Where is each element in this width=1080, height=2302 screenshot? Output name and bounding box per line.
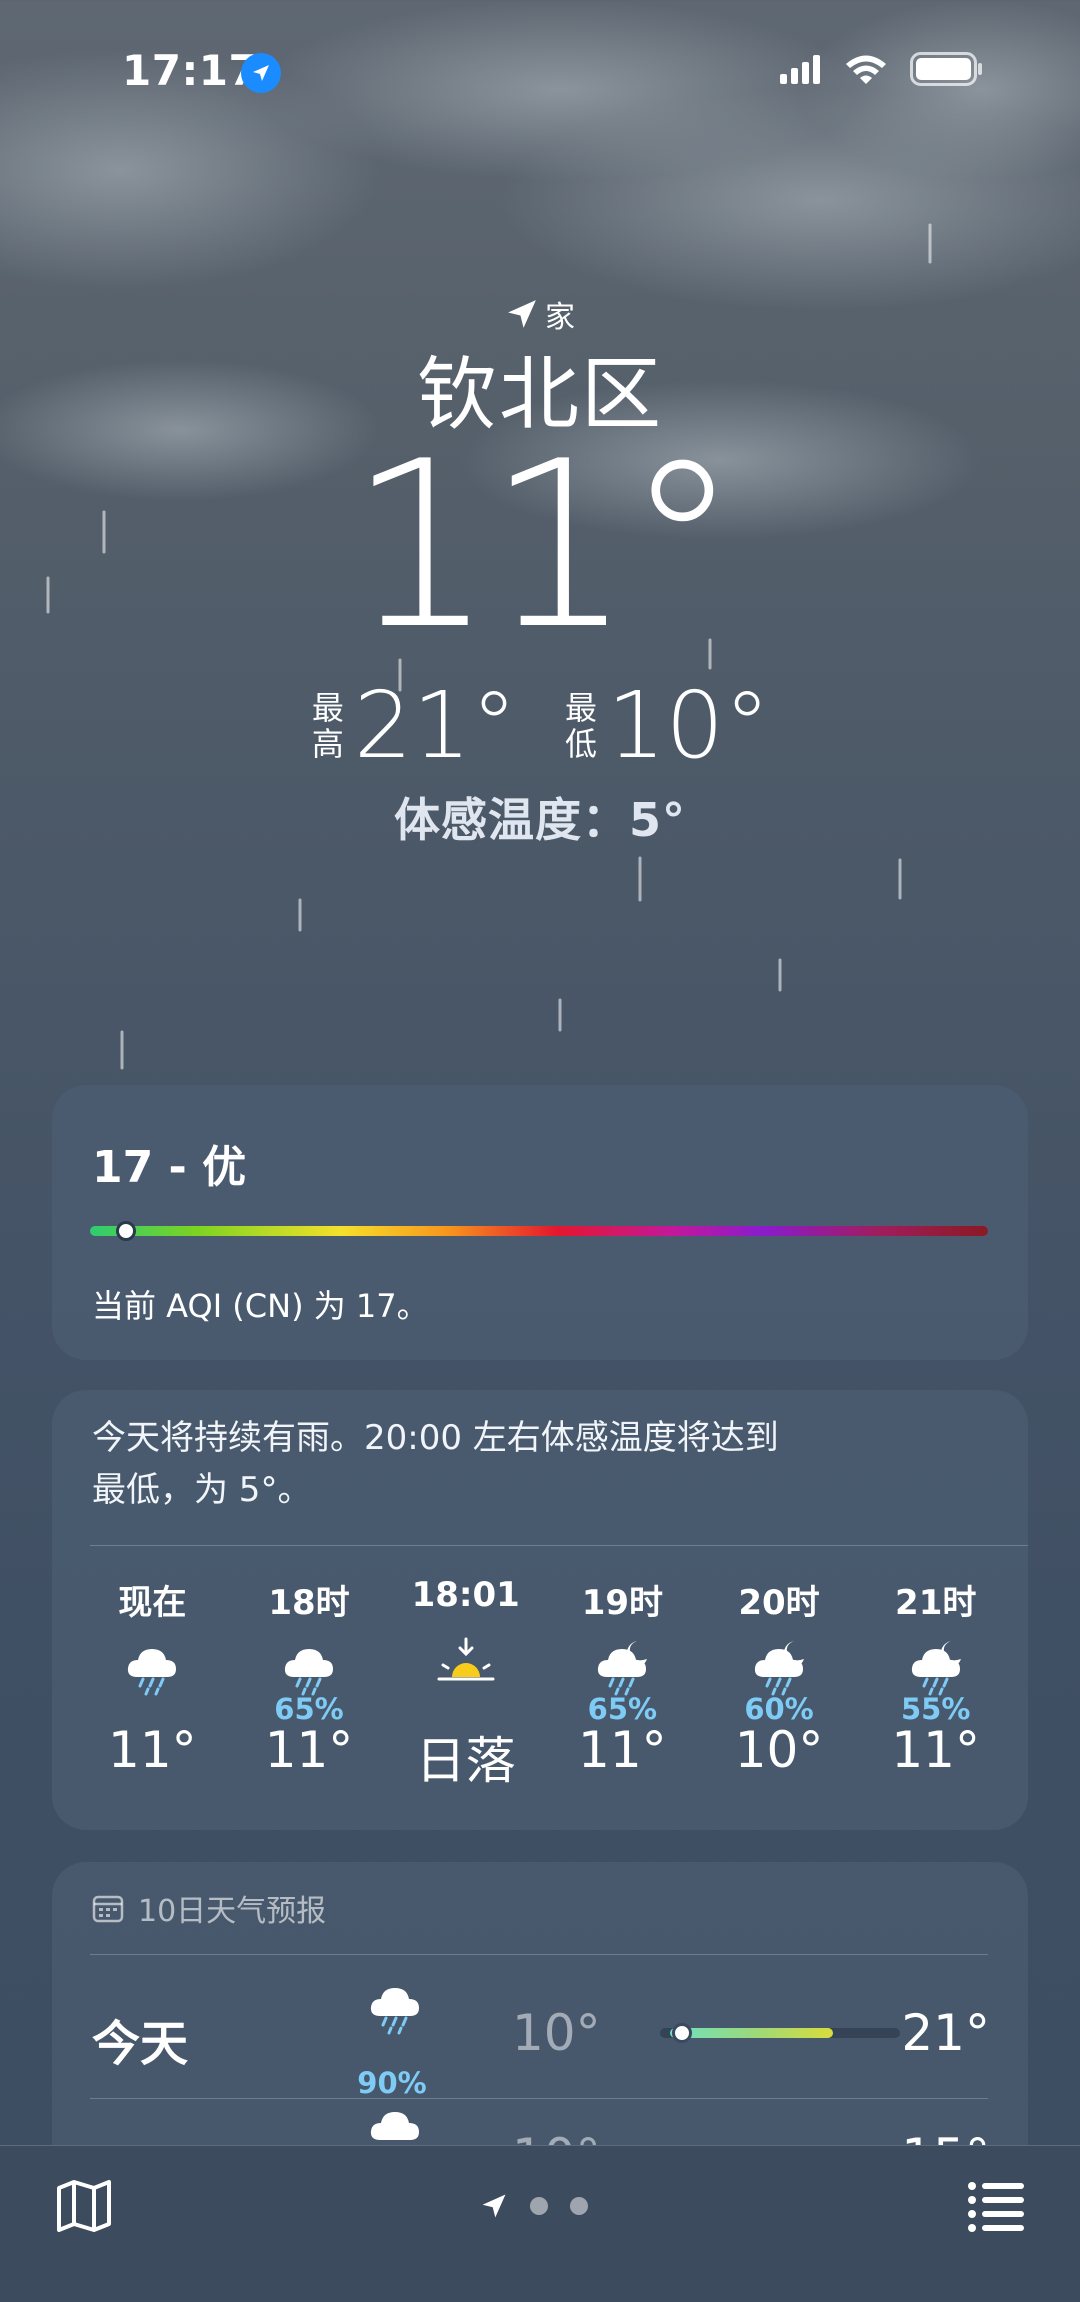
feels-like-temperature: 体感温度：5° <box>393 793 686 847</box>
low-label: 最 低 <box>564 688 597 763</box>
hour-label: 18:01 <box>411 1575 520 1615</box>
hour-temperature: 11° <box>264 1721 354 1779</box>
daily-row[interactable]: 今天 90% 10° 21° <box>92 1974 990 2100</box>
aqi-description: 当前 AQI (CN) 为 17。 <box>92 1287 429 1325</box>
ten-day-header: 10日天气预报 <box>92 1886 326 1930</box>
calendar-icon <box>92 1895 124 1923</box>
hour-label: 20时 <box>738 1583 820 1623</box>
page-dot[interactable] <box>530 2197 548 2215</box>
hour-item: 20时 60% 10° <box>701 1575 858 1805</box>
precipitation-chance: 90% <box>357 2066 427 2100</box>
status-bar: 17:17 <box>0 0 1080 150</box>
air-quality-card[interactable]: 17 - 优 当前 AQI (CN) 为 17。 <box>52 1085 1028 1360</box>
page-dot[interactable] <box>570 2197 588 2215</box>
bottom-toolbar <box>0 2145 1080 2302</box>
hour-item: 18:01 日落 <box>387 1575 544 1805</box>
status-icons <box>780 52 984 86</box>
hour-label: 18时 <box>268 1583 350 1623</box>
rain-cloud-icon <box>231 1635 388 1697</box>
location-active-icon <box>241 53 281 93</box>
rain-moon-cloud-icon <box>857 1635 1014 1697</box>
hour-temperature: 11° <box>578 1721 667 1779</box>
current-temp-marker <box>671 2023 692 2043</box>
page-indicator[interactable] <box>480 2192 588 2220</box>
day-high-temperature: 21° <box>901 2004 990 2062</box>
hour-item: 18时 65% 11° <box>231 1575 388 1805</box>
high-temperature: 21° <box>353 672 517 779</box>
sunset-icon <box>387 1635 544 1697</box>
hour-item: 21时 55% 11° <box>857 1575 1014 1805</box>
high-low-row: 最 高 21° 最 低 10° <box>0 672 1080 779</box>
hour-label: 19时 <box>581 1583 664 1623</box>
hour-label: 21时 <box>895 1583 977 1623</box>
hourly-divider <box>90 1545 1028 1546</box>
hour-temperature: 11° <box>108 1721 197 1779</box>
low-temperature: 10° <box>607 672 771 779</box>
ten-day-title: 10日天气预报 <box>138 1894 327 1929</box>
weather-summary: 今天将持续有雨。20:00 左右体感温度将达到 最低，为 5°。 <box>92 1418 779 1510</box>
hour-temperature: 11° <box>891 1721 980 1779</box>
day-name: 今天 <box>92 2016 189 2072</box>
location-arrow-icon <box>508 300 536 328</box>
battery-icon <box>910 52 982 86</box>
aqi-title: 17 - 优 <box>92 1142 247 1193</box>
hour-temperature: 10° <box>734 1721 824 1779</box>
rain-cloud-icon <box>350 1974 440 2040</box>
hourly-forecast-card[interactable]: 今天将持续有雨。20:00 左右体感温度将达到 最低，为 5°。 现在 11° 18… <box>52 1390 1028 1830</box>
high-label: 最 高 <box>311 688 344 763</box>
hour-temperature: 日落 <box>415 1732 516 1790</box>
temperature-range-bar <box>660 2023 900 2043</box>
hourly-list[interactable]: 现在 11° 18时 65% 11° 18:01 日落 19时 65% 11° 20时 60% 10° 2… <box>74 1575 1014 1805</box>
map-icon[interactable] <box>54 2176 114 2236</box>
daily-divider <box>90 1954 988 1955</box>
wifi-icon <box>846 55 886 84</box>
hour-item: 19时 65% 11° <box>544 1575 701 1805</box>
rain-moon-cloud-icon <box>701 1635 858 1697</box>
hour-label: 现在 <box>118 1583 187 1623</box>
hour-item: 现在 11° <box>74 1575 231 1805</box>
aqi-indicator <box>115 1221 136 1241</box>
location-arrow-icon[interactable] <box>480 2192 508 2220</box>
day-low-temperature: 10° <box>512 2004 601 2062</box>
rain-moon-cloud-icon <box>544 1635 701 1697</box>
temperature-range-fill <box>669 2028 833 2038</box>
list-icon[interactable] <box>966 2178 1026 2234</box>
aqi-scale-bar <box>90 1226 988 1236</box>
rain-cloud-icon <box>74 1635 231 1697</box>
status-time: 17:17 <box>122 46 259 95</box>
cellular-signal-icon <box>780 55 820 84</box>
current-temperature: 11° <box>348 413 740 680</box>
